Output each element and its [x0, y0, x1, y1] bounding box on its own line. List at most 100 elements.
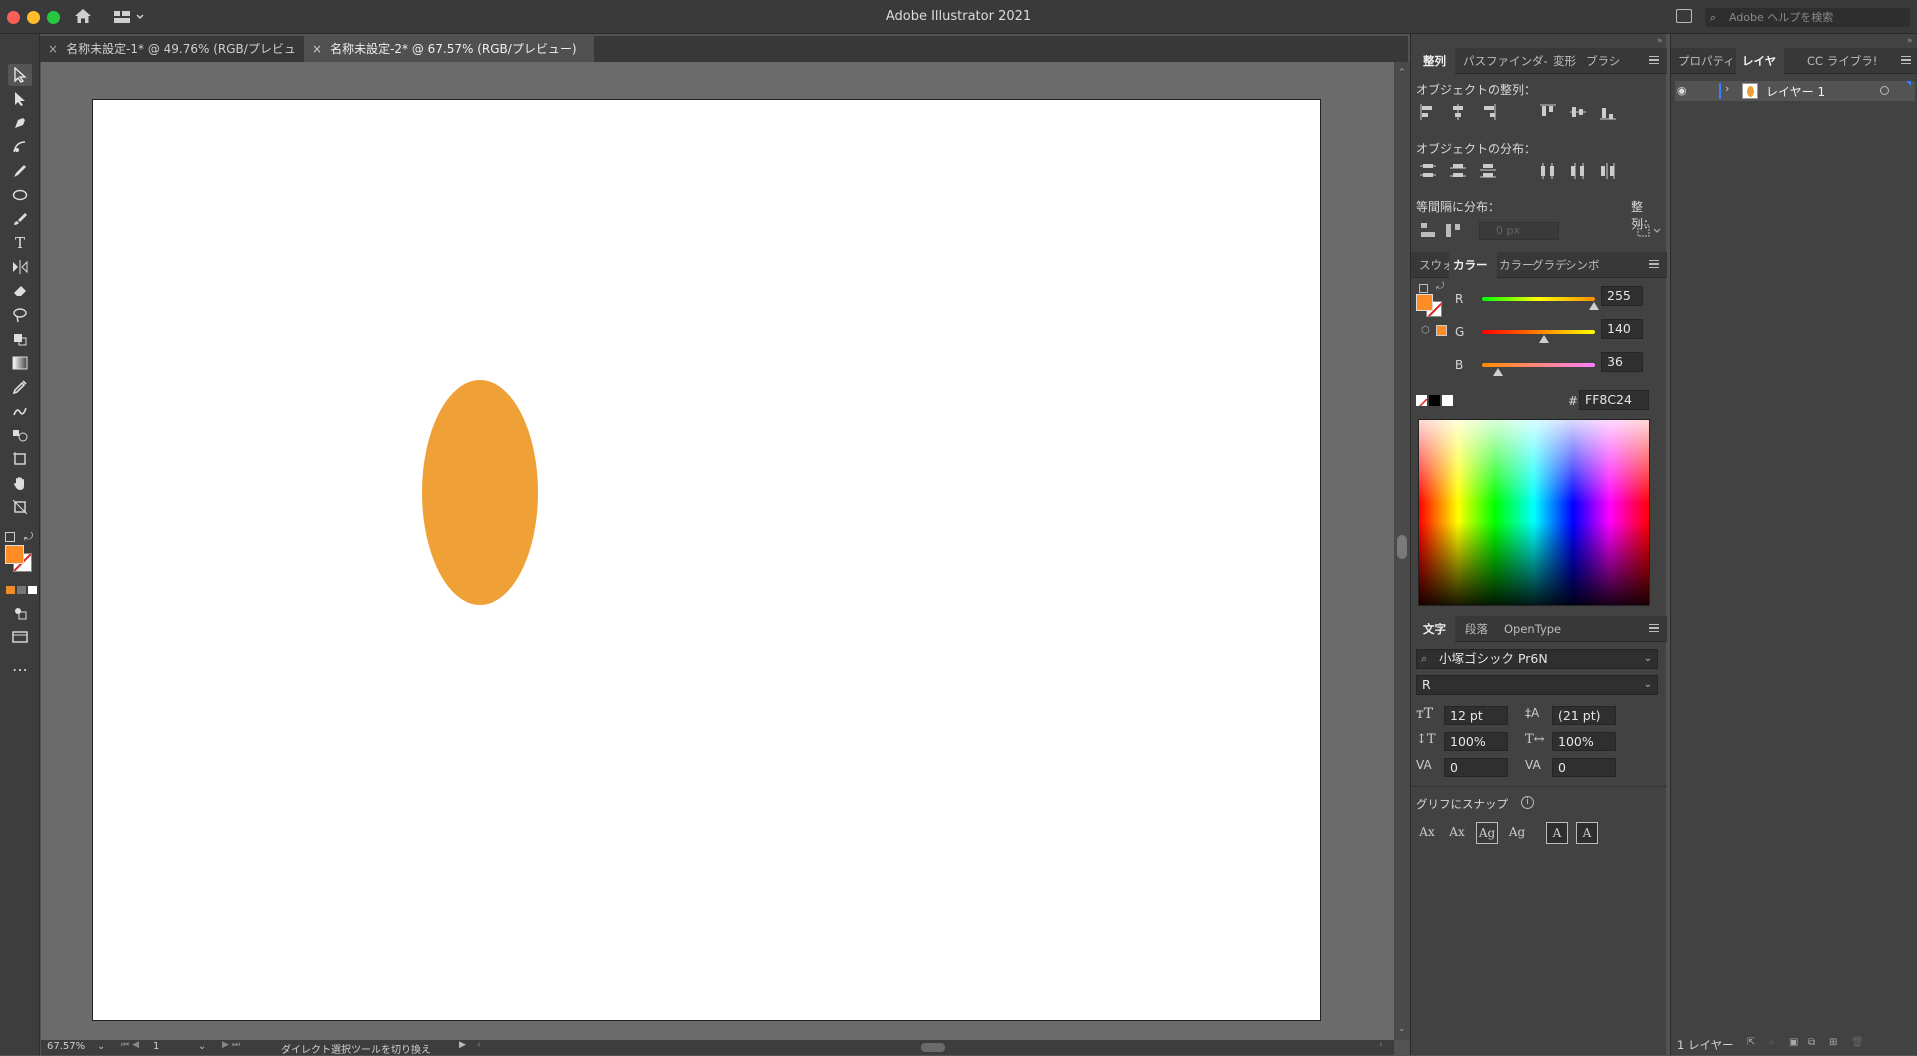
ellipse-shape[interactable]: [422, 380, 538, 605]
pen-tool-icon[interactable]: [8, 112, 32, 134]
collapse-panels-icon[interactable]: »: [1657, 36, 1663, 46]
snap-proximity-guides-icon[interactable]: Ag: [1506, 822, 1528, 844]
color-fill-swatch[interactable]: [1416, 294, 1433, 311]
scroll-up-icon[interactable]: ⌃: [1398, 68, 1406, 78]
distribute-right-icon[interactable]: [1599, 162, 1617, 184]
tab-cc-libraries[interactable]: CC ライブラ!: [1807, 48, 1877, 74]
distribute-left-icon[interactable]: [1539, 162, 1557, 184]
shape-builder-tool-icon[interactable]: [8, 328, 32, 350]
color-spectrum[interactable]: [1418, 419, 1650, 606]
align-panel-menu-icon[interactable]: [1649, 56, 1659, 64]
tab-brushes[interactable]: ブラシ: [1586, 48, 1620, 74]
b-slider-thumb[interactable]: [1493, 368, 1503, 376]
scroll-right-icon[interactable]: ›: [1379, 1040, 1383, 1050]
document-tab-1[interactable]: ×名称未設定-1* @ 49.76% (RGB/プレビュー): [40, 36, 302, 82]
align-vertical-center-icon[interactable]: [1569, 103, 1587, 125]
tab-symbols[interactable]: シンボ: [1565, 252, 1600, 278]
warp-tool-icon[interactable]: [8, 400, 32, 422]
white-color-icon[interactable]: [1442, 395, 1453, 406]
snap-baseline-icon[interactable]: Ax: [1416, 822, 1438, 844]
tab-color-guide[interactable]: カラー: [1499, 252, 1534, 278]
layer-name[interactable]: レイヤー 1: [1766, 83, 1825, 100]
workspace-switcher-icon[interactable]: [113, 9, 145, 25]
layers-panel-menu-icon[interactable]: [1901, 56, 1911, 64]
vertical-scale-field[interactable]: 100%: [1444, 732, 1508, 751]
new-layer-icon[interactable]: ⊞: [1829, 1037, 1837, 1048]
align-to-selection-icon[interactable]: [1636, 222, 1662, 242]
distribute-spacing-field[interactable]: 0 px: [1479, 222, 1559, 240]
color-panel-menu-icon[interactable]: [1649, 260, 1659, 268]
document-tab-2[interactable]: × 名称未設定-2* @ 67.57% (RGB/プレビュー): [304, 36, 594, 62]
draw-mode-icon[interactable]: [8, 602, 32, 624]
r-slider[interactable]: [1482, 297, 1595, 301]
align-left-icon[interactable]: [1419, 103, 1437, 125]
horizontal-scroll-thumb[interactable]: [921, 1043, 945, 1052]
color-mode-icon[interactable]: [6, 586, 15, 594]
default-fill-stroke-icon[interactable]: [1419, 284, 1428, 293]
tab-color[interactable]: カラー: [1449, 252, 1497, 278]
align-horizontal-center-icon[interactable]: [1449, 103, 1467, 125]
zoom-window-button[interactable]: [47, 11, 60, 24]
delete-layer-icon[interactable]: 🗑: [1851, 1037, 1864, 1048]
distribute-top-icon[interactable]: [1419, 162, 1437, 184]
fill-swatch[interactable]: [5, 545, 24, 564]
character-panel-menu-icon[interactable]: [1649, 624, 1659, 632]
gradient-tool-icon[interactable]: [8, 352, 32, 374]
artboard-next-last-icon[interactable]: ▶⏭: [222, 1040, 243, 1050]
snap-anchor-point-icon[interactable]: A: [1576, 822, 1598, 844]
scroll-down-icon[interactable]: ⌄: [1398, 1024, 1406, 1034]
black-color-icon[interactable]: [1429, 395, 1440, 406]
ellipse-tool-icon[interactable]: [8, 184, 32, 206]
out-of-gamut-icon[interactable]: ⬡: [1421, 325, 1430, 336]
tab-layers[interactable]: レイヤー: [1736, 48, 1784, 94]
crop-tool-icon[interactable]: [8, 496, 32, 518]
layer-row[interactable]: ◉ › レイヤー 1: [1675, 81, 1915, 101]
close-window-button[interactable]: [7, 11, 20, 24]
font-family-field[interactable]: ⌕ 小塚ゴシック Pr6N ⌄: [1416, 649, 1658, 669]
snap-glyph-bounds-icon[interactable]: Ag: [1476, 822, 1498, 844]
align-right-icon[interactable]: [1479, 103, 1497, 125]
default-colors-icon[interactable]: [5, 532, 15, 542]
curvature-tool-icon[interactable]: [8, 136, 32, 158]
hand-tool-icon[interactable]: [8, 472, 32, 494]
kerning-field[interactable]: 0: [1444, 758, 1508, 777]
zoom-dropdown-icon[interactable]: ⌄: [97, 1041, 105, 1052]
artboard[interactable]: [92, 99, 1321, 1021]
horizontal-distribute-space-icon[interactable]: [1445, 222, 1463, 242]
pencil-tool-icon[interactable]: [8, 160, 32, 182]
new-sublayer-icon[interactable]: ⧉: [1808, 1037, 1815, 1048]
tab-character[interactable]: 文字: [1411, 616, 1455, 642]
align-bottom-icon[interactable]: [1599, 103, 1617, 125]
blend-tool-icon[interactable]: [8, 424, 32, 446]
artboard-number-field[interactable]: 1: [153, 1041, 223, 1052]
gradient-mode-icon[interactable]: [17, 586, 26, 594]
selection-tool-icon[interactable]: [8, 64, 32, 86]
align-top-icon[interactable]: [1539, 103, 1557, 125]
collapse-panels-icon[interactable]: »: [1907, 36, 1913, 46]
close-tab-icon[interactable]: ×: [48, 42, 58, 56]
artboard-dropdown-icon[interactable]: ⌄: [198, 1041, 206, 1052]
info-icon[interactable]: i: [1521, 796, 1534, 809]
reflect-tool-icon[interactable]: [8, 256, 32, 278]
vertical-distribute-space-icon[interactable]: [1419, 222, 1437, 242]
r-slider-thumb[interactable]: [1589, 302, 1599, 310]
paintbrush-tool-icon[interactable]: [8, 208, 32, 230]
font-size-field[interactable]: 12 pt: [1444, 706, 1508, 725]
vertical-scrollbar[interactable]: ⌃ ⌄: [1394, 62, 1410, 1040]
help-search-input[interactable]: ⌕ Adobe ヘルプを検索: [1705, 8, 1910, 27]
panel-toggle-icon[interactable]: [1676, 9, 1692, 23]
tab-align[interactable]: 整列: [1411, 48, 1455, 74]
g-slider-thumb[interactable]: [1539, 335, 1549, 343]
distribute-vertical-center-icon[interactable]: [1449, 162, 1467, 184]
vertical-scroll-thumb[interactable]: [1397, 535, 1407, 559]
none-color-icon[interactable]: [1416, 395, 1427, 406]
tab-pathfinder[interactable]: パスファインダ-: [1463, 48, 1548, 74]
eyedropper-tool-icon[interactable]: [8, 376, 32, 398]
artboard-first-prev-icon[interactable]: ⏮◀: [121, 1040, 142, 1050]
font-style-field[interactable]: R ⌄: [1416, 675, 1658, 695]
swap-colors-icon[interactable]: ⤾: [24, 530, 33, 544]
status-menu-icon[interactable]: ▶: [459, 1040, 466, 1050]
none-mode-icon[interactable]: [28, 586, 37, 594]
swap-fill-stroke-icon[interactable]: ⤾: [1436, 281, 1444, 292]
r-value-field[interactable]: 255: [1601, 286, 1643, 306]
